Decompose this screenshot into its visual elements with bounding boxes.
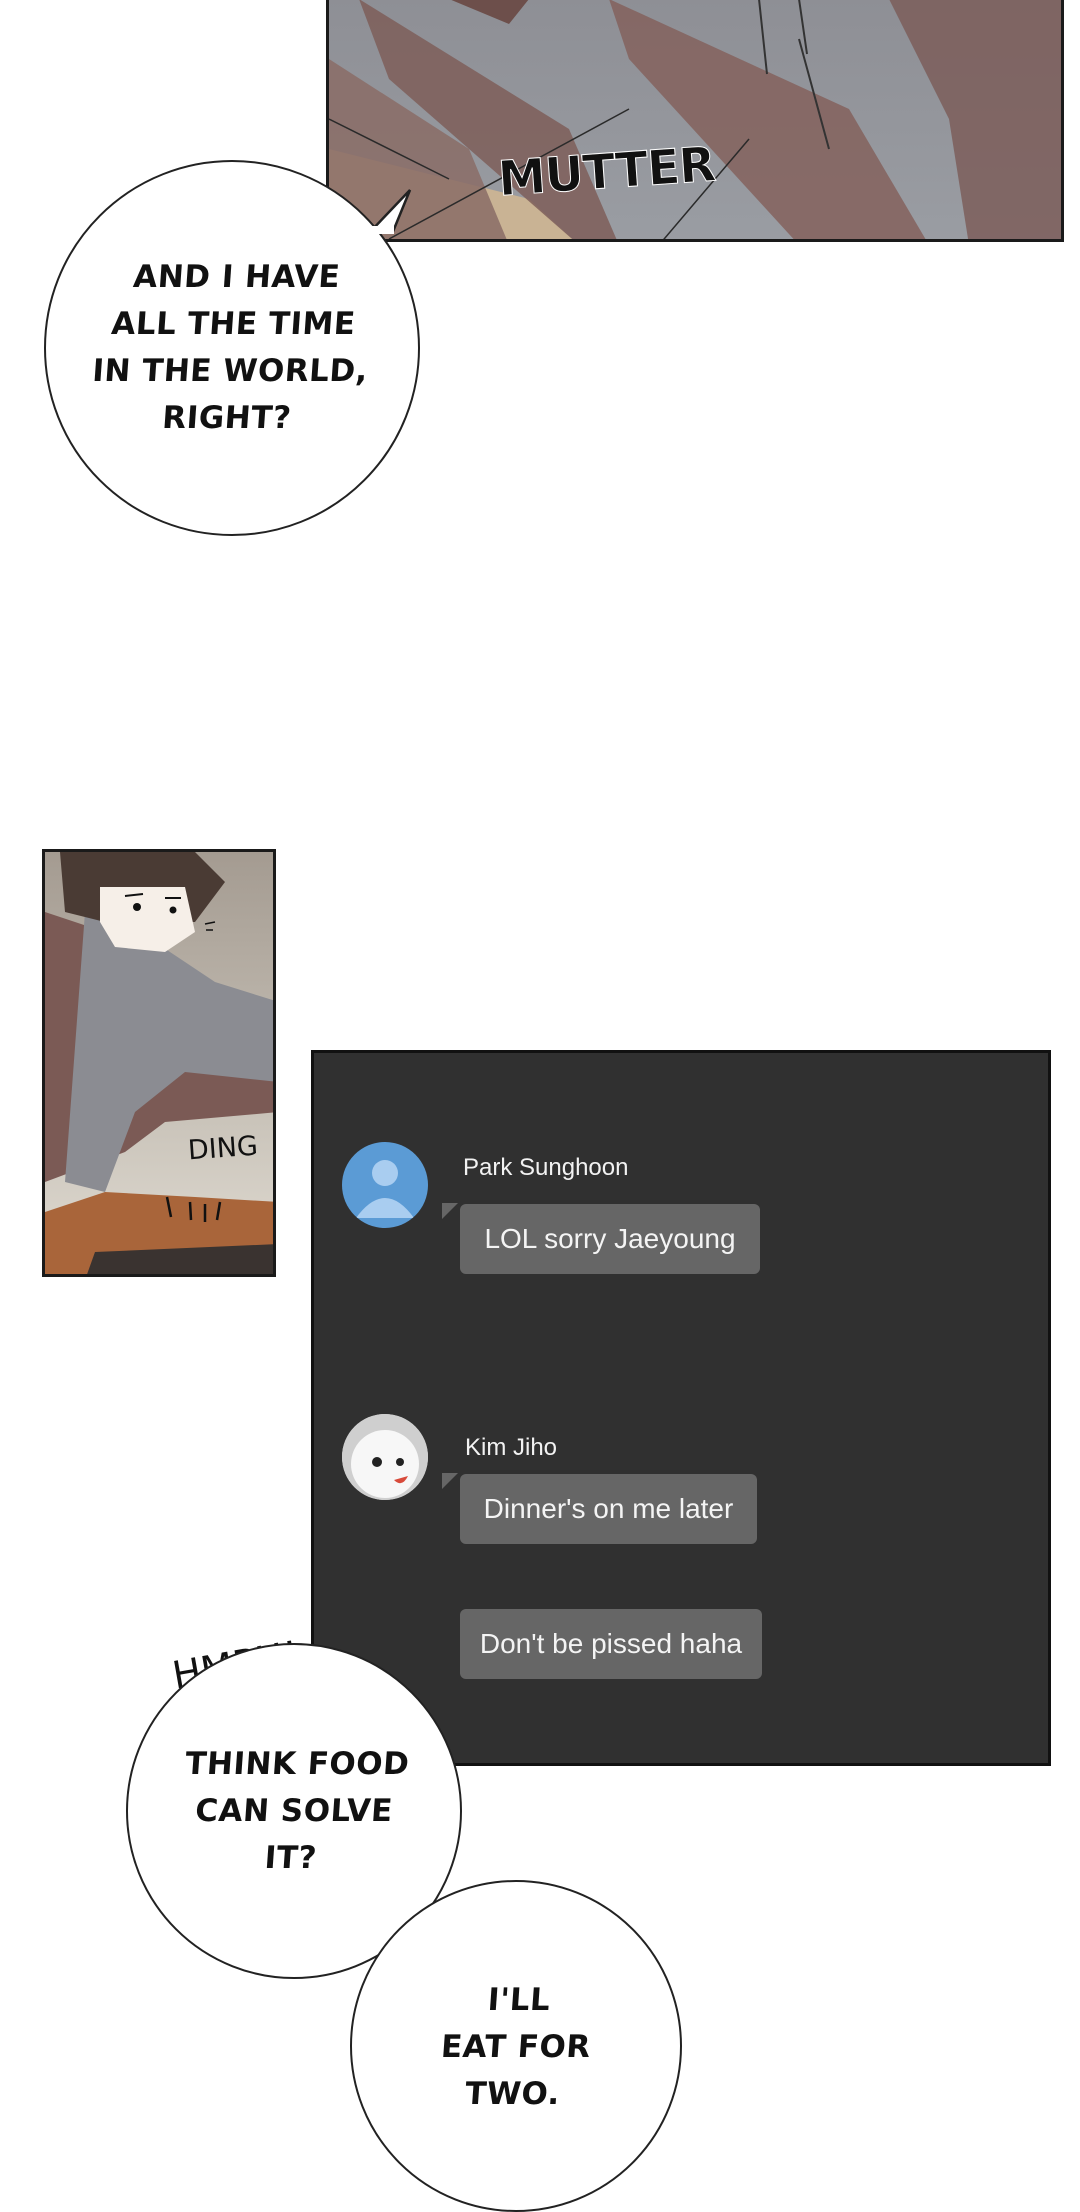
kim-jiho-avatar <box>342 1414 428 1500</box>
speech-bubble-two-text: I'LL EAT FOR TWO. <box>439 1982 593 2112</box>
speech-bubble-time: AND I HAVE ALL THE TIME IN THE WORLD, RI… <box>44 160 420 536</box>
park-sunghoon-avatar <box>342 1142 428 1228</box>
chat-screen-panel: Park Sunghoon LOL sorry Jaeyoung Kim Jih… <box>311 1050 1051 1766</box>
default-user-icon <box>356 1160 414 1218</box>
sender-name-park-sunghoon: Park Sunghoon <box>463 1154 629 1181</box>
speech-bubble-time-text: AND I HAVE ALL THE TIME IN THE WORLD, RI… <box>91 259 370 436</box>
top-panel-art <box>329 0 1061 239</box>
cat-avatar-icon <box>342 1414 428 1500</box>
speech-bubble-two: I'LL EAT FOR TWO. <box>350 1880 682 2212</box>
speech-bubble-time-tail <box>370 189 412 234</box>
side-panel-art <box>45 852 273 1274</box>
message-tail <box>442 1473 458 1489</box>
top-comic-panel <box>326 0 1064 242</box>
chat-message-bubble: LOL sorry Jaeyoung <box>460 1204 760 1274</box>
ding-sfx: DING <box>187 1130 259 1167</box>
chat-message-bubble: Dinner's on me later <box>460 1474 757 1544</box>
chat-message-bubble: Don't be pissed haha <box>460 1609 762 1679</box>
message-tail <box>442 1203 458 1219</box>
sender-name-kim-jiho: Kim Jiho <box>465 1434 558 1461</box>
speech-bubble-food-text: THINK FOOD CAN SOLVE IT? <box>184 1745 411 1876</box>
side-comic-panel <box>42 849 276 1277</box>
